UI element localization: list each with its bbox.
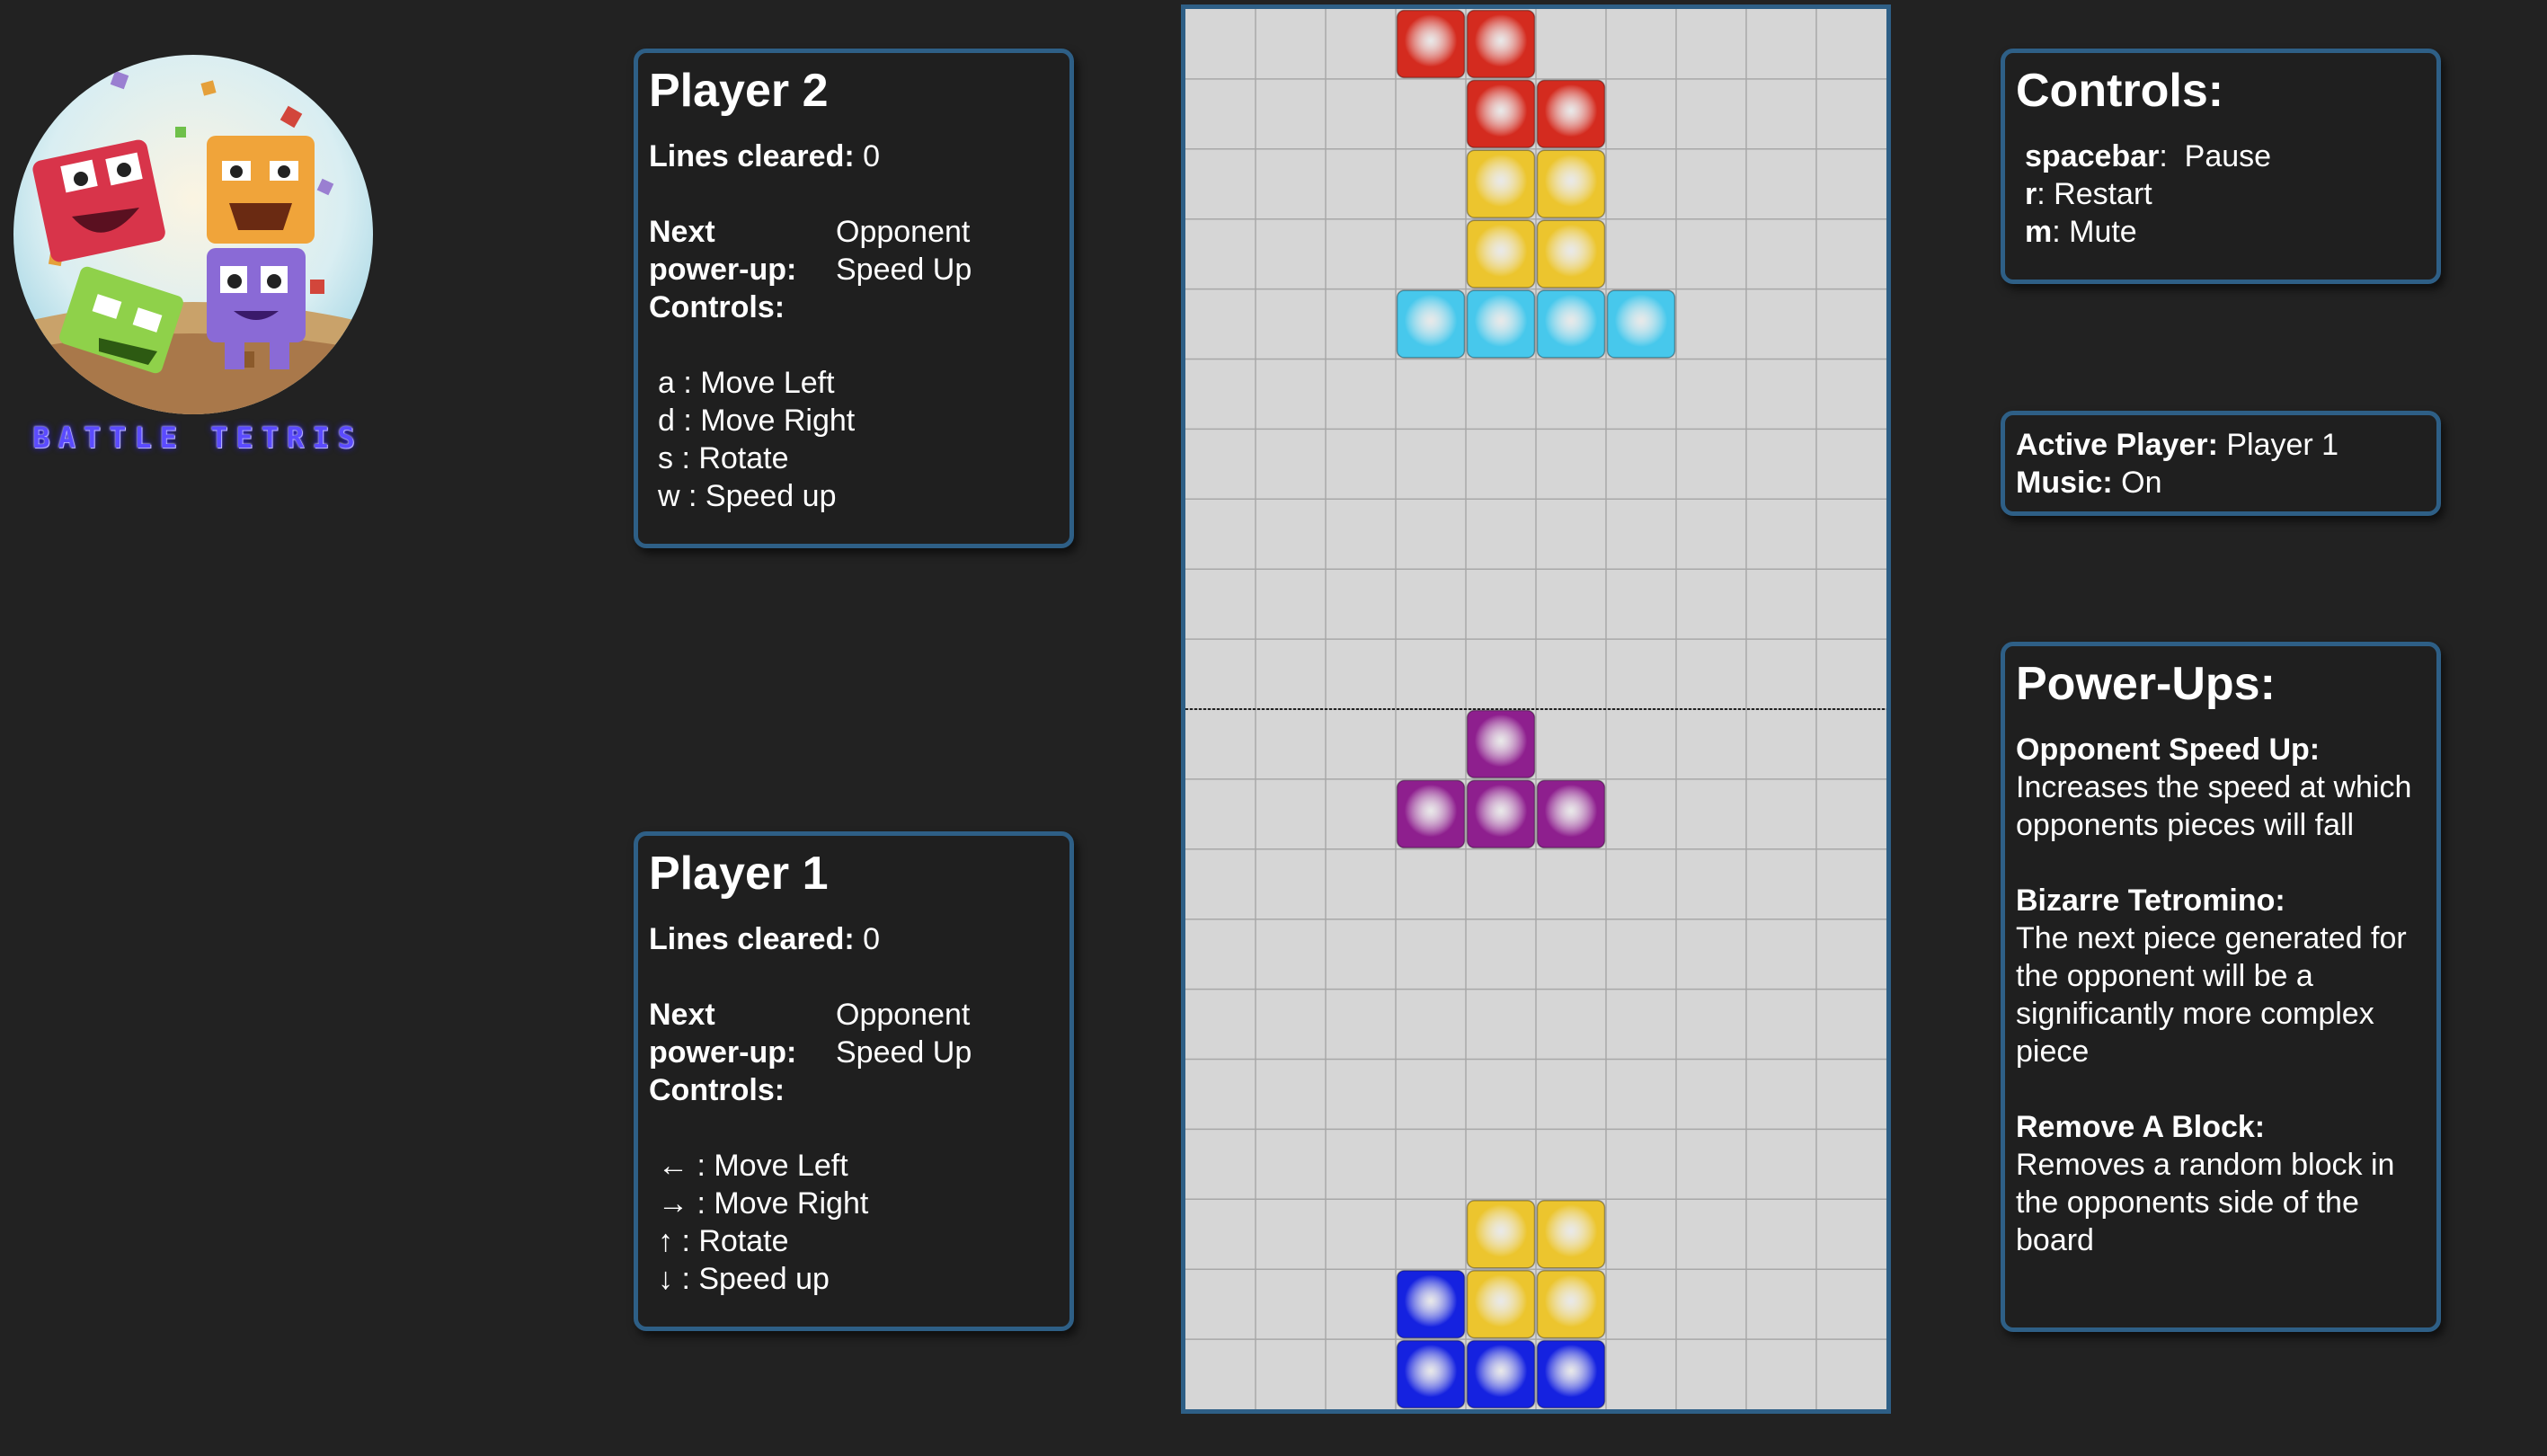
player2-control-rotate: s : Rotate xyxy=(658,441,789,475)
tetromino-block-yellow xyxy=(1466,219,1536,289)
powerups-title: Power-Ups: xyxy=(2016,658,2276,710)
control-restart: r: Restart xyxy=(2025,177,2152,211)
player2-next-label: Next xyxy=(649,215,715,249)
player1-control-speed-up: ↓ : Speed up xyxy=(658,1262,830,1296)
player1-panel: Player 1 Lines cleared: 0 Next power-up:… xyxy=(634,831,1074,1331)
tetromino-block-cyan xyxy=(1466,289,1536,359)
controls-panel: Controls: spacebar: Pause r: Restart m: … xyxy=(2001,49,2441,284)
controls-title: Controls: xyxy=(2016,65,2224,117)
tetromino-block-red xyxy=(1466,9,1536,79)
tetromino-block-red xyxy=(1466,79,1536,149)
active-player-label: Active Player: xyxy=(2016,428,2218,462)
player1-next-label: Next xyxy=(649,998,715,1032)
control-restart-key: r xyxy=(2025,177,2037,211)
tetromino-block-yellow xyxy=(1536,1269,1606,1339)
tetromino-block-cyan xyxy=(1606,289,1676,359)
tetromino-block-blue xyxy=(1396,1339,1466,1409)
tetromino-block-purple xyxy=(1466,779,1536,849)
logo-title: BATTLE TETRIS xyxy=(32,421,363,455)
tetromino-block-purple xyxy=(1536,779,1606,849)
control-mute-action: Mute xyxy=(2060,215,2137,249)
tetromino-block-blue xyxy=(1536,1339,1606,1409)
player1-powerup-label: power-up: xyxy=(649,1035,797,1070)
powerup-remove-block-desc: Removes a random block in the opponents … xyxy=(2016,1148,2395,1257)
tetromino-block-red xyxy=(1536,79,1606,149)
status-panel: Active Player: Player 1 Music: On xyxy=(2001,411,2441,516)
player2-control-move-right: d : Move Right xyxy=(658,404,856,438)
player2-lines-value: 0 xyxy=(863,139,881,173)
music-label: Music: xyxy=(2016,466,2113,500)
player2-control-speed-up: w : Speed up xyxy=(658,479,837,513)
control-mute: m: Mute xyxy=(2025,215,2137,249)
tetromino-block-yellow xyxy=(1466,149,1536,218)
powerup-bizarre-name: Bizarre Tetromino: xyxy=(2016,883,2285,918)
player1-lines-label: Lines cleared: xyxy=(649,922,855,956)
game-board[interactable] xyxy=(1181,4,1891,1414)
active-player-status: Active Player: Player 1 xyxy=(2016,426,2426,464)
player2-controls-list: a : Move Left d : Move Right s : Rotate … xyxy=(649,364,1059,515)
board-grid xyxy=(1185,9,1886,1409)
player2-panel: Player 2 Lines cleared: 0 Next power-up:… xyxy=(634,49,1074,548)
player2-lines-label: Lines cleared: xyxy=(649,139,855,173)
player1-control-rotate: ↑ : Rotate xyxy=(658,1224,789,1258)
active-player-value: Player 1 xyxy=(2226,428,2339,462)
player2-next-value-line2: Speed Up xyxy=(836,253,972,287)
player2-controls-label: Controls: xyxy=(649,290,785,324)
logo-illustration xyxy=(13,55,373,414)
tetromino-block-red xyxy=(1396,9,1466,79)
control-pause: spacebar: Pause xyxy=(2025,139,2272,173)
player1-next-powerup: Next power-up: Opponent Speed Up xyxy=(649,996,1059,1071)
powerup-remove-block-name: Remove A Block: xyxy=(2016,1110,2266,1144)
player1-control-move-right: → : Move Right xyxy=(658,1186,869,1221)
player1-controls-list: ← : Move Left → : Move Right ↑ : Rotate … xyxy=(649,1147,1059,1298)
game-logo xyxy=(13,55,373,414)
player1-next-value-line2: Speed Up xyxy=(836,1035,972,1070)
tetromino-block-cyan xyxy=(1536,289,1606,359)
control-pause-key: spacebar xyxy=(2025,139,2160,173)
tetromino-block-yellow xyxy=(1536,219,1606,289)
player2-lines-cleared: Lines cleared: 0 xyxy=(649,138,1059,175)
player2-next-value-line1: Opponent xyxy=(836,215,971,249)
player2-next-powerup: Next power-up: Opponent Speed Up xyxy=(649,213,1059,289)
tetromino-block-blue xyxy=(1396,1269,1466,1339)
powerup-speed-up-desc: Increases the speed at which opponents p… xyxy=(2016,770,2412,842)
tetromino-block-yellow xyxy=(1536,149,1606,218)
powerup-bizarre-desc: The next piece generated for the opponen… xyxy=(2016,921,2407,1069)
control-restart-action: Restart xyxy=(2045,177,2152,211)
player1-control-move-left: ← : Move Left xyxy=(658,1149,848,1183)
tetromino-block-yellow xyxy=(1536,1200,1606,1269)
player1-lines-value: 0 xyxy=(863,922,881,956)
player1-next-value-line1: Opponent xyxy=(836,998,971,1032)
tetromino-block-yellow xyxy=(1466,1200,1536,1269)
tetromino-block-purple xyxy=(1396,779,1466,849)
player2-control-move-left: a : Move Left xyxy=(658,366,835,400)
music-value: On xyxy=(2121,466,2162,500)
powerup-speed-up-name: Opponent Speed Up: xyxy=(2016,732,2321,767)
tetromino-block-blue xyxy=(1466,1339,1536,1409)
player1-lines-cleared: Lines cleared: 0 xyxy=(649,920,1059,958)
player2-powerup-label: power-up: xyxy=(649,253,797,287)
control-mute-key: m xyxy=(2025,215,2053,249)
player2-title: Player 2 xyxy=(649,65,829,117)
player1-controls-label: Controls: xyxy=(649,1073,785,1107)
tetromino-block-cyan xyxy=(1396,289,1466,359)
tetromino-block-yellow xyxy=(1466,1269,1536,1339)
powerups-panel: Power-Ups: Opponent Speed Up: Increases … xyxy=(2001,642,2441,1332)
tetromino-block-purple xyxy=(1466,709,1536,779)
music-status: Music: On xyxy=(2016,464,2426,502)
control-pause-action: Pause xyxy=(2167,139,2272,173)
player1-title: Player 1 xyxy=(649,848,829,900)
